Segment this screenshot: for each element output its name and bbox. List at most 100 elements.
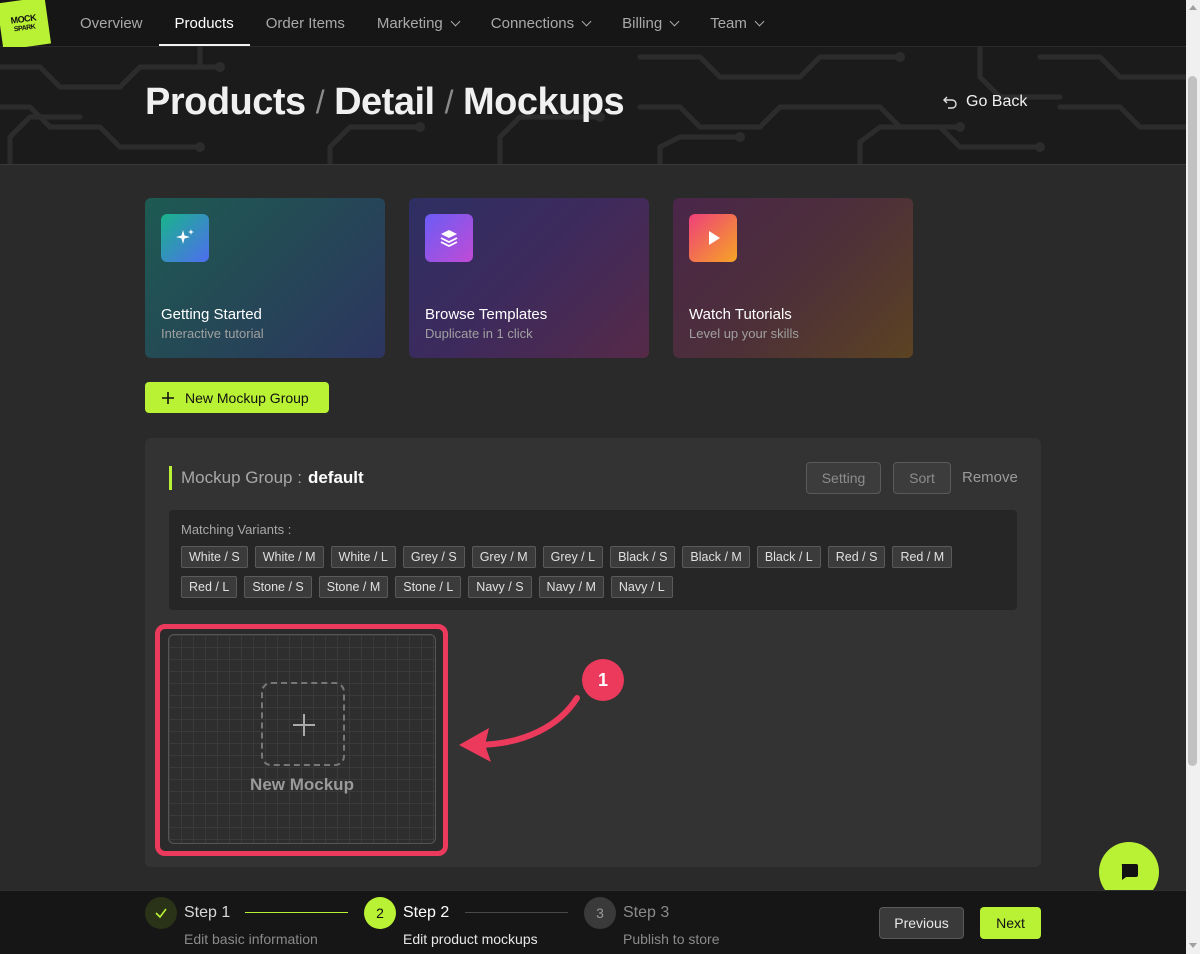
variant-tag: White / M [254,546,324,568]
variant-tag: Red / L [181,576,238,598]
app-logo[interactable]: MOCK SPARK [0,0,52,51]
browse-templates-card[interactable]: Browse Templates Duplicate in 1 click [409,198,649,358]
breadcrumb-mockups: Mockups [462,81,625,123]
breadcrumb: Products / Detail / Mockups [145,81,625,124]
group-title: Mockup Group : default [169,466,364,490]
card-subtitle: Duplicate in 1 click [425,326,533,341]
step-3[interactable]: 3 Step 3 Publish to store [584,897,720,947]
variant-tag: Grey / M [471,546,536,568]
card-title: Browse Templates [425,306,548,323]
page-header: Products / Detail / Mockups Go Back [0,47,1186,165]
previous-button[interactable]: Previous [879,907,964,939]
card-subtitle: Level up your skills [689,326,799,341]
chevron-down-icon [581,16,592,26]
setting-button[interactable]: Setting [806,462,881,494]
variant-tag: Stone / S [244,576,312,598]
remove-button[interactable]: Remove [962,469,1018,486]
nav-item-label: Overview [80,14,143,32]
scroll-up-icon[interactable] [1189,5,1197,10]
nav-item-label: Team [710,14,747,32]
variant-tag: White / S [181,546,248,568]
variant-tags: White / S White / M White / L Grey / S Grey … [181,546,1001,598]
scrollbar-thumb[interactable] [1188,76,1197,766]
nav-item-label: Order Items [265,14,345,32]
stepper-footer: Step 1 Edit basic information 2 Step 2 E… [0,890,1186,954]
nav-items: Overview Products Order Items Marketing Conn… [64,0,779,46]
next-button[interactable]: Next [980,907,1041,939]
top-navigation: MOCK SPARK Overview Products Order Items Ma… [0,0,1186,51]
card-subtitle: Interactive tutorial [161,326,264,341]
step-2[interactable]: 2 Step 2 Edit product mockups [364,897,538,947]
step-connector [465,912,568,913]
group-name: default [307,468,364,487]
scroll-down-icon[interactable] [1189,943,1197,948]
variant-tag: Black / M [682,546,750,568]
nav-item-label: Marketing [376,14,443,32]
variant-tag: Navy / M [538,576,604,598]
variant-tag: Navy / S [468,576,532,598]
breadcrumb-separator: / [444,84,454,120]
logo-text-line2: SPARK [13,22,36,33]
plus-icon [261,682,345,766]
plus-icon [162,391,174,404]
chevron-down-icon [669,16,680,26]
chat-bubble-icon [1121,864,1138,880]
undo-arrow-icon [943,96,957,109]
sparkles-icon [161,214,209,262]
nav-item-marketing[interactable]: Marketing [361,0,475,46]
nav-item-label: Billing [622,14,663,32]
check-icon [145,897,177,929]
new-mockup-button[interactable]: New Mockup [168,634,436,844]
getting-started-card[interactable]: Getting Started Interactive tutorial [145,198,385,358]
step-description: Edit basic information [184,931,318,947]
variant-tag: Black / L [756,546,821,568]
nav-item-label: Connections [490,14,575,32]
breadcrumb-detail[interactable]: Detail [334,81,435,124]
step-title: Step 2 [403,904,450,921]
variant-tag: Navy / L [610,576,673,598]
annotation-badge: 1 [582,659,624,701]
breadcrumb-products[interactable]: Products [145,81,306,124]
go-back-label: Go Back [966,93,1028,110]
variant-tag: Grey / S [402,546,465,568]
variant-tag: Black / S [610,546,676,568]
group-title-label: Mockup Group : [181,468,302,487]
chevron-down-icon [450,16,461,26]
variant-tag: Stone / L [395,576,462,598]
step-description: Publish to store [623,931,720,947]
step-number: 3 [584,897,616,929]
nav-item-team[interactable]: Team [694,0,779,46]
sort-button[interactable]: Sort [893,462,951,494]
go-back-button[interactable]: Go Back [942,93,1027,111]
watch-tutorials-card[interactable]: Watch Tutorials Level up your skills [673,198,913,358]
annotation-arrow-icon [459,695,580,762]
nav-item-connections[interactable]: Connections [475,0,606,46]
card-title: Watch Tutorials [689,306,792,323]
nav-item-billing[interactable]: Billing [606,0,694,46]
chevron-down-icon [754,16,765,26]
matching-variants: Matching Variants : White / S White / M Wh… [169,510,1017,610]
step-1[interactable]: Step 1 Edit basic information [145,897,318,947]
variants-label: Matching Variants : [181,522,292,537]
step-title: Step 1 [184,904,231,921]
step-description: Edit product mockups [403,931,538,947]
variant-tag: Grey / L [542,546,604,568]
nav-item-label: Products [174,14,234,32]
new-mockup-label: New Mockup [250,775,354,794]
step-number: 2 [364,897,396,929]
new-mockup-group-button[interactable]: New Mockup Group [145,382,329,413]
layers-icon [425,214,473,262]
breadcrumb-separator: / [315,84,325,120]
new-mockup-group-label: New Mockup Group [185,389,309,406]
variant-tag: White / L [330,546,396,568]
play-icon [689,214,737,262]
nav-item-products[interactable]: Products [158,0,250,46]
nav-item-order-items[interactable]: Order Items [250,0,361,46]
variant-tag: Red / M [892,546,953,568]
variant-tag: Stone / M [318,576,389,598]
step-connector [245,912,348,913]
card-title: Getting Started [161,306,262,323]
step-title: Step 3 [623,904,670,921]
variant-tag: Red / S [827,546,886,568]
nav-item-overview[interactable]: Overview [64,0,159,46]
